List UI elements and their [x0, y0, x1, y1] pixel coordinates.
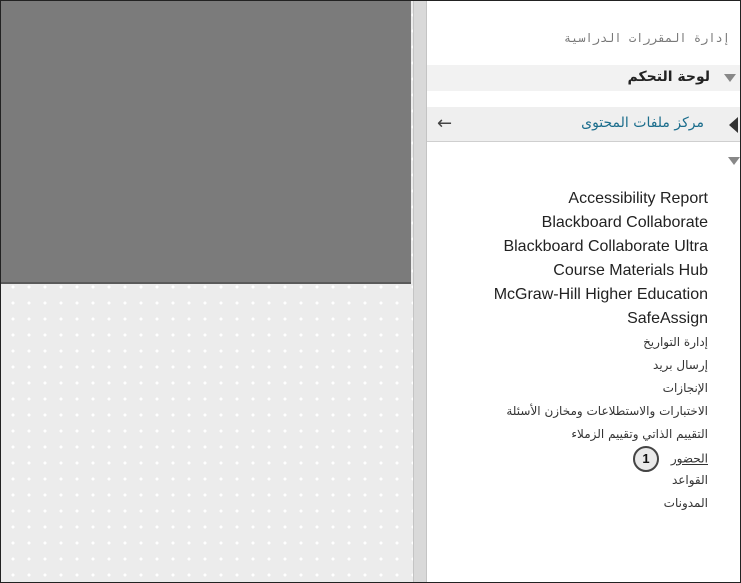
- course-menu-sidebar: إدارة المقررات الدراسية لوحة التحكم مركز…: [427, 1, 740, 582]
- tool-achievements[interactable]: الإنجازات: [418, 377, 708, 400]
- content-area: [1, 1, 413, 582]
- tool-rules[interactable]: القواعد: [418, 469, 708, 492]
- course-tools-list: Accessibility Report Blackboard Collabor…: [418, 187, 708, 515]
- attendance-label[interactable]: الحضور: [671, 452, 708, 466]
- tool-mcgraw-hill[interactable]: McGraw-Hill Higher Education: [418, 283, 708, 307]
- tool-date-management[interactable]: إدارة التواريخ: [418, 331, 708, 354]
- screenshot-frame: إدارة المقررات الدراسية لوحة التحكم مركز…: [0, 0, 741, 583]
- step-number-badge: 1: [633, 446, 660, 472]
- content-placeholder-block: [1, 1, 411, 284]
- tool-blackboard-collaborate[interactable]: Blackboard Collaborate: [418, 211, 708, 235]
- back-arrow-icon[interactable]: ←: [437, 113, 452, 134]
- tool-course-materials-hub[interactable]: Course Materials Hub: [418, 259, 708, 283]
- tool-send-email[interactable]: إرسال بريد: [418, 354, 708, 377]
- tool-tests-surveys-pools[interactable]: الاختبارات والاستطلاعات ومخازن الأسئلة: [418, 400, 708, 423]
- tool-accessibility-report[interactable]: Accessibility Report: [418, 187, 708, 211]
- collapsed-triangle-icon[interactable]: [729, 117, 738, 133]
- control-panel-label: لوحة التحكم: [627, 69, 710, 85]
- content-collection-label[interactable]: مركز ملفات المحتوى: [581, 115, 704, 131]
- tool-blogs[interactable]: المدونات: [418, 492, 708, 515]
- course-tools-expand-icon[interactable]: [728, 157, 740, 165]
- content-collection-item[interactable]: مركز ملفات المحتوى ←: [427, 107, 740, 142]
- tool-self-peer-assessment[interactable]: التقييم الذاتي وتقييم الزملاء: [418, 423, 708, 446]
- tool-attendance[interactable]: الحضور 1: [418, 446, 708, 472]
- expand-arrow-icon[interactable]: [724, 74, 736, 82]
- tool-blackboard-collaborate-ultra[interactable]: Blackboard Collaborate Ultra: [418, 235, 708, 259]
- control-panel-header[interactable]: لوحة التحكم: [427, 65, 740, 91]
- course-management-title: إدارة المقررات الدراسية: [563, 31, 730, 45]
- tool-safeassign[interactable]: SafeAssign: [418, 307, 708, 331]
